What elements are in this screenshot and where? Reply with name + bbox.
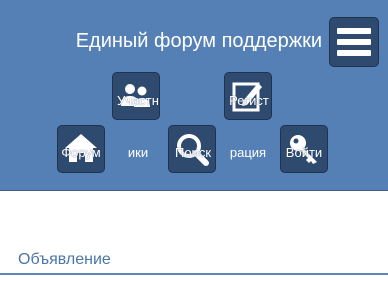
header-border <box>0 190 388 191</box>
nav-label-search: Поиск <box>174 145 212 160</box>
nav-label-register-cont: рация <box>229 145 267 160</box>
menu-button[interactable] <box>330 18 378 66</box>
nav-label-members: Участн <box>117 93 159 108</box>
nav-label-forum: Форум <box>61 145 101 160</box>
nav-label-login: Войти <box>285 145 323 160</box>
nav-label-members-cont: ики <box>127 145 149 160</box>
nav-label-register: Регист <box>229 93 269 108</box>
section-title-announcement[interactable]: Объявление <box>18 250 111 270</box>
section-divider <box>0 273 388 275</box>
site-title[interactable]: Единый форум поддержки <box>60 27 322 55</box>
